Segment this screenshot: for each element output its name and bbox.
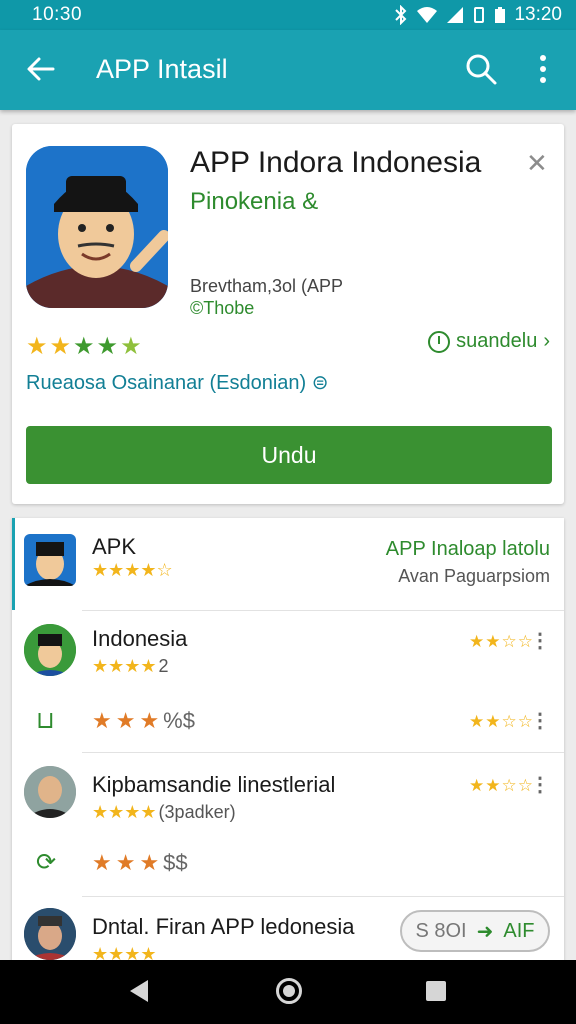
list-item-promo[interactable]: APK ★★★★☆ APP Inaloap latolu Avan Paguar… xyxy=(12,518,564,610)
nav-home-icon[interactable] xyxy=(276,978,302,1004)
more-vert-icon[interactable]: ⋮ xyxy=(530,628,550,653)
release-info[interactable]: Rueaosa Osainanar (Esdonian) ⊜ xyxy=(26,370,329,395)
item-stars: ★★★★☆ xyxy=(92,560,173,580)
list-item[interactable]: Kipbamsandie linestlerial ★★★★ (3padker) … xyxy=(12,752,564,894)
signal-icon xyxy=(447,7,464,23)
rating-stars: ★★★★★ xyxy=(26,332,144,361)
more-vert-icon[interactable]: ⋮ xyxy=(530,772,550,797)
nav-recents-icon[interactable] xyxy=(426,981,446,1001)
close-icon[interactable]: ✕ xyxy=(526,148,548,179)
promo-title[interactable]: APP Inaloap latolu xyxy=(386,538,550,561)
link-icon: ⊜ xyxy=(311,372,329,394)
meta-link[interactable]: suandelu › xyxy=(428,330,550,353)
star-icon: ★ xyxy=(73,333,97,360)
item-stars: ★★★★ 2 xyxy=(92,656,169,676)
status-bar: 10:30 13:20 xyxy=(0,0,576,30)
star-icon: ★ xyxy=(49,333,74,360)
list-item[interactable]: Indonesia ★★★★ 2 ★★☆☆ ⋮ ⊔ ★★★%$ ★★☆☆ ⋮ xyxy=(12,610,564,750)
refresh-icon: ⟳ xyxy=(36,849,57,876)
app-info-line-2: ©Thobe xyxy=(190,298,255,318)
item-name: Indonesia xyxy=(92,626,188,651)
bluetooth-icon xyxy=(395,5,407,25)
avatar xyxy=(24,624,76,676)
vibrate-icon xyxy=(474,7,485,23)
avatar xyxy=(24,766,76,818)
promo-subtitle: Avan Paguarpsiom xyxy=(398,566,550,586)
status-icons: 13:20 xyxy=(394,4,562,26)
pill-left-label: S 8OI xyxy=(415,919,467,942)
page-title: APP Intasil xyxy=(96,54,228,84)
more-vert-icon[interactable] xyxy=(530,52,556,86)
status-time-left: 10:30 xyxy=(32,4,83,25)
item-name: Kipbamsandie linestlerial xyxy=(92,772,336,797)
app-icon-illustration xyxy=(26,146,168,308)
pill-right-label: AIF xyxy=(503,919,535,942)
developer-link[interactable]: Pinokenia & xyxy=(190,188,318,216)
item-stars: ★★★★ (3padker) xyxy=(92,802,236,822)
wifi-icon xyxy=(417,7,438,23)
back-arrow-icon[interactable] xyxy=(26,54,56,84)
sub-right-stars: ★★☆☆ xyxy=(469,712,534,731)
item-name: APK xyxy=(92,534,137,559)
status-time-right: 13:20 xyxy=(514,4,562,25)
right-stars: ★★☆☆ xyxy=(469,776,534,795)
nav-back-icon[interactable] xyxy=(130,980,148,1002)
lock-icon: ⊔ xyxy=(36,707,55,734)
meta-link-label: suandelu xyxy=(456,330,538,352)
right-stars: ★★☆☆ xyxy=(469,632,534,651)
app-list: APK ★★★★☆ APP Inaloap latolu Avan Paguar… xyxy=(12,518,564,968)
pill-arrow-icon: ➜ xyxy=(476,920,494,943)
list-item[interactable]: Dntal. Firan APP ledonesia ★★★★ S 8OI ➜ … xyxy=(12,896,564,968)
app-name: APP Indora Indonesia xyxy=(190,146,482,179)
half-star-icon: ★ xyxy=(120,333,144,360)
avatar xyxy=(24,908,76,960)
app-info-line-1: Brevtham,3ol (APP xyxy=(190,276,344,296)
release-info-label: Rueaosa Osainanar (Esdonian) xyxy=(26,372,307,394)
star-icon: ★ xyxy=(26,333,50,360)
battery-icon xyxy=(495,7,506,23)
app-detail-card: APP Indora Indonesia ✕ Pinokenia & Brevt… xyxy=(12,124,564,504)
avatar xyxy=(24,534,76,586)
clock-icon xyxy=(428,330,451,353)
star-icon: ★ xyxy=(96,333,121,360)
chevron-right-icon: › xyxy=(543,330,550,352)
app-bar: APP Intasil xyxy=(0,30,576,110)
more-vert-icon[interactable]: ⋮ xyxy=(530,708,550,733)
selection-indicator xyxy=(12,518,15,610)
sub-stars: ★★★$$ xyxy=(92,850,188,875)
system-nav-bar xyxy=(0,960,576,1024)
item-name: Dntal. Firan APP ledonesia xyxy=(92,914,355,939)
app-icon xyxy=(26,146,168,308)
action-pill[interactable]: S 8OI ➜ AIF xyxy=(400,910,550,952)
search-icon[interactable] xyxy=(464,52,498,86)
sub-stars: ★★★%$ xyxy=(92,708,195,733)
install-button[interactable]: Undu xyxy=(26,426,552,484)
